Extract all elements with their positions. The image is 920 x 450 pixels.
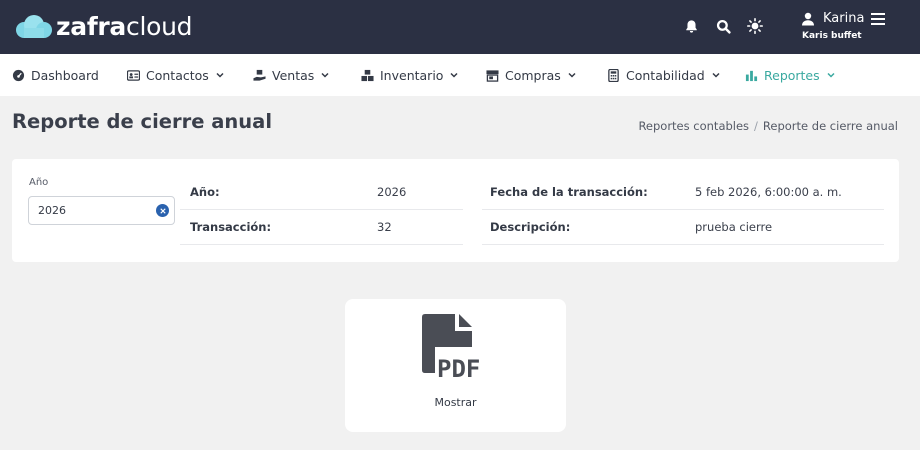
row-divider <box>180 244 463 245</box>
page-title: Reporte de cierre anual <box>12 110 273 133</box>
chevron-down-icon <box>712 72 720 78</box>
nav-compras[interactable]: Compras <box>486 54 577 96</box>
hand-holding-box-icon <box>253 69 266 81</box>
user-company: Karis buffet <box>802 31 862 41</box>
calculator-icon <box>608 68 619 82</box>
year-detail-value: 2026 <box>377 185 407 199</box>
bar-chart-icon <box>745 70 758 81</box>
row-divider <box>482 209 884 210</box>
description-value: prueba cierre <box>695 220 773 234</box>
address-card-icon <box>127 69 140 81</box>
cloud-logo-icon <box>16 15 52 38</box>
user-name: Karina <box>823 11 865 26</box>
nav-contactos[interactable]: Contactos <box>127 54 225 96</box>
breadcrumb: Reportes contables / Reporte de cierre anu… <box>638 119 898 133</box>
chevron-down-icon <box>450 72 458 78</box>
row-divider <box>180 209 463 210</box>
transaction-value: 32 <box>377 220 392 234</box>
transaction-date-label: Fecha de la transacción: <box>490 185 648 199</box>
chevron-down-icon <box>216 72 224 78</box>
app-logo[interactable]: zafracloud <box>14 12 193 42</box>
boxes-icon <box>361 69 374 81</box>
year-select-value: 2026 <box>38 204 66 217</box>
breadcrumb-separator: / <box>754 119 758 133</box>
logo-wordmark: zafracloud <box>56 12 193 41</box>
dashboard-gauge-icon <box>12 69 25 81</box>
pdf-file-icon: PDF <box>422 314 480 380</box>
closing-report-card: Año 2026 Año: 2026 Fecha de la transacci… <box>12 159 899 262</box>
show-pdf-button[interactable]: PDF Mostrar <box>345 299 566 432</box>
search-icon[interactable] <box>713 16 733 36</box>
nav-ventas[interactable]: Ventas <box>253 54 330 96</box>
transaction-label: Transacción: <box>190 220 272 234</box>
clear-selection-icon[interactable] <box>156 204 169 217</box>
show-label: Mostrar <box>434 396 477 409</box>
year-select[interactable]: 2026 <box>28 196 175 225</box>
store-icon <box>486 69 499 82</box>
main-navigation: Dashboard Contactos Ventas Inventario Co… <box>0 54 920 96</box>
nav-dashboard[interactable]: Dashboard <box>12 54 99 96</box>
nav-reportes[interactable]: Reportes <box>745 54 836 96</box>
breadcrumb-item-reportes-contables[interactable]: Reportes contables <box>638 119 749 133</box>
nav-inventario[interactable]: Inventario <box>361 54 459 96</box>
bell-icon[interactable] <box>681 16 701 36</box>
nav-contabilidad[interactable]: Contabilidad <box>607 54 721 96</box>
pdf-icon-text: PDF <box>437 355 480 380</box>
description-label: Descripción: <box>490 220 571 234</box>
top-bar: zafracloud Karina Karis buffet <box>0 0 920 54</box>
user-menu[interactable]: Karina Karis buffet <box>800 10 900 46</box>
year-detail-label: Año: <box>190 185 220 199</box>
row-divider <box>482 244 884 245</box>
breadcrumb-item-current: Reporte de cierre anual <box>762 119 898 133</box>
user-icon <box>802 12 814 26</box>
year-field-label: Año <box>29 177 49 188</box>
chevron-down-icon <box>321 72 329 78</box>
theme-toggle-sun-icon[interactable] <box>745 16 765 36</box>
chevron-down-icon <box>827 72 835 78</box>
hamburger-menu-icon[interactable] <box>871 13 885 25</box>
transaction-date-value: 5 feb 2026, 6:00:00 a. m. <box>695 185 842 199</box>
chevron-down-icon <box>568 72 576 78</box>
